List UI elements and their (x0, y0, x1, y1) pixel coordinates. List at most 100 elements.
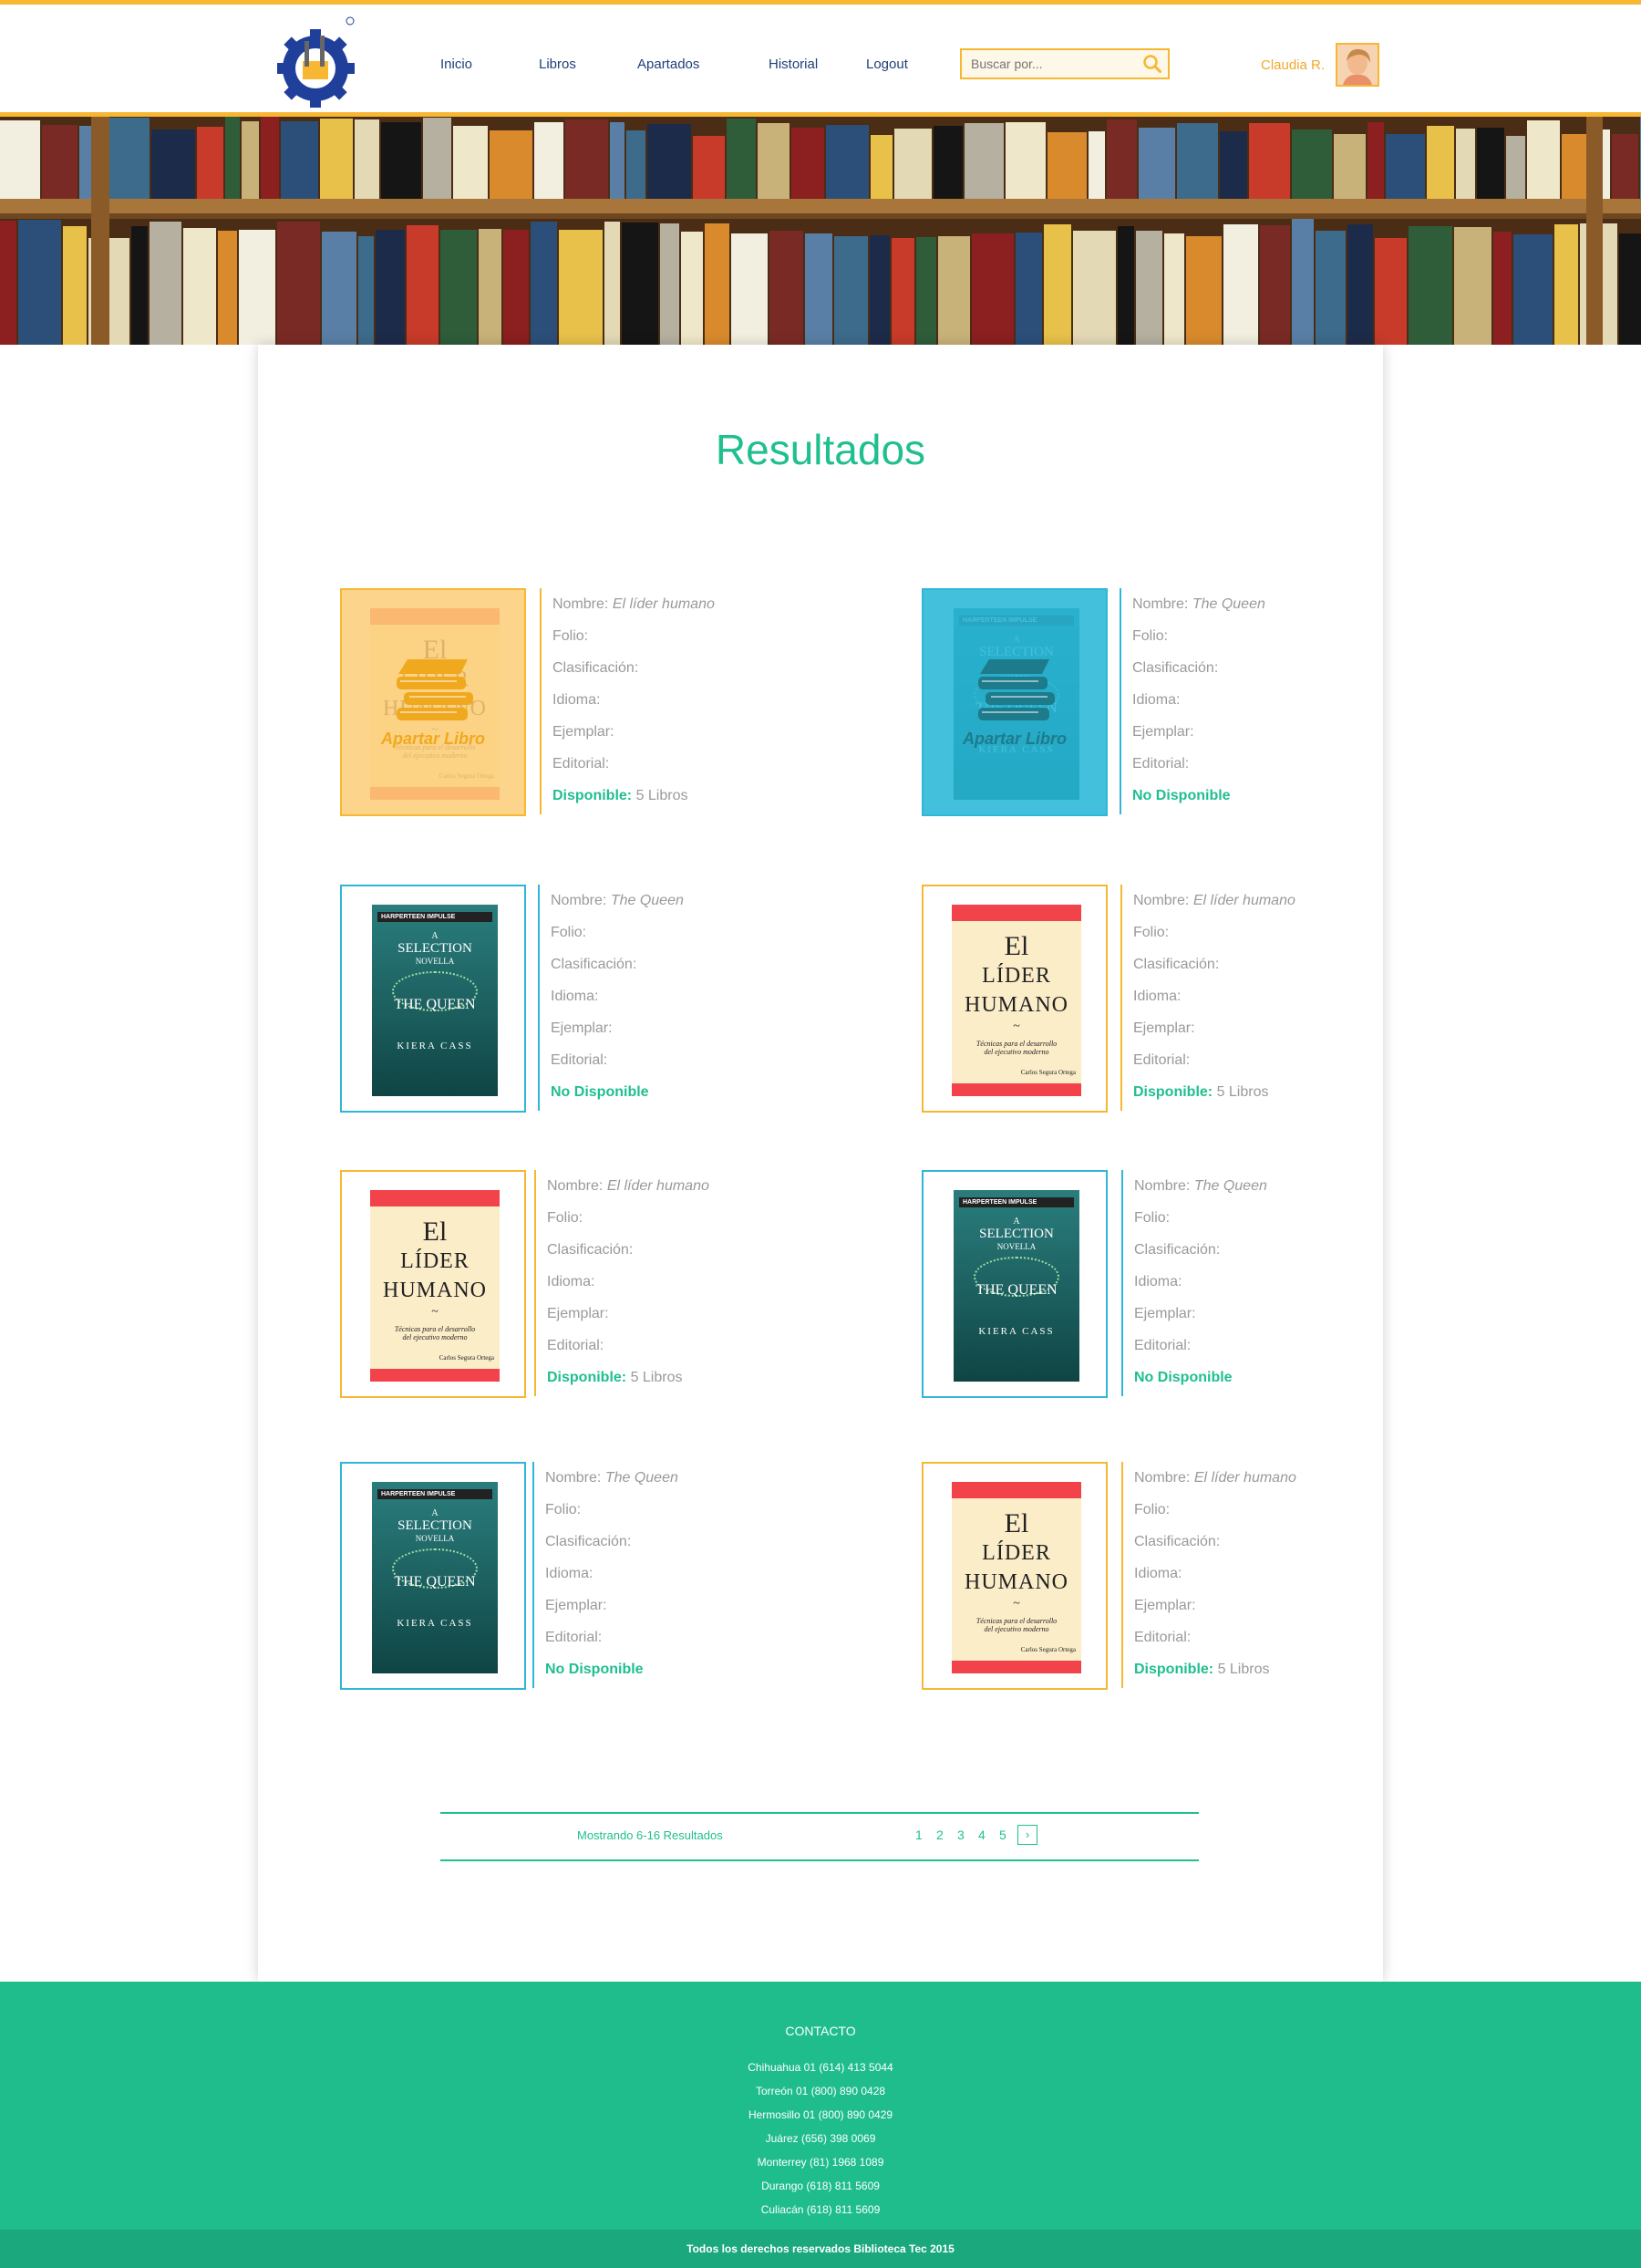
book-name[interactable]: El líder humano (607, 1178, 709, 1194)
book-spine (407, 225, 439, 345)
book-cover[interactable]: ElLÍDERHUMANO~Técnicas para el desarroll… (340, 588, 526, 816)
search-input[interactable] (969, 50, 1137, 78)
book-spine (1554, 224, 1578, 345)
name-label: Nombre: (1134, 1470, 1191, 1486)
cover-title-line: HUMANO (965, 993, 1068, 1017)
cover-author: KIERA CASS (397, 1618, 473, 1629)
cover-title-line: A (431, 931, 439, 941)
publisher-label: Editorial: (551, 1052, 608, 1068)
book-name-row: Nombre: El líder humano (547, 1170, 771, 1202)
book-cover[interactable]: ElLÍDERHUMANO~Técnicas para el desarroll… (340, 1170, 526, 1398)
book-cover[interactable]: ElLÍDERHUMANO~Técnicas para el desarroll… (922, 885, 1108, 1113)
book-spine (423, 118, 451, 199)
cover-author: KIERA CASS (978, 1326, 1055, 1337)
nav-historial[interactable]: Historial (769, 57, 818, 72)
book-spine (791, 128, 824, 199)
gear-logo-icon[interactable] (277, 10, 359, 110)
available-label: Disponible: (552, 788, 633, 803)
book-spine (1454, 227, 1491, 345)
book-spine (1260, 225, 1290, 345)
cover-title-line: NOVELLA (996, 1242, 1037, 1251)
book-spine (1136, 231, 1162, 345)
book-cover[interactable]: HARPERTEEN IMPULSEASELECTIONNOVELLATHE Q… (340, 1462, 526, 1690)
cover-subtitle: del ejecutivo moderno (984, 1625, 1049, 1633)
book-cover-image: El LÍDER HUMANO ~ Técnicas para el desarroll… (952, 905, 1081, 1096)
book-name[interactable]: El líder humano (613, 596, 715, 612)
cover-title-line: THE QUEEN (394, 997, 476, 1012)
copy-label: Ejemplar: (1134, 1598, 1196, 1613)
book-cover[interactable]: HARPERTEEN IMPULSEASELECTIONNOVELLATHE Q… (922, 588, 1108, 816)
cover-title-line: SELECTION (979, 1227, 1054, 1241)
reserve-book-overlay[interactable]: Apartar Libro (342, 590, 524, 814)
cover-ornament: ~ (1013, 1597, 1020, 1610)
book-spine (131, 226, 148, 345)
reserve-book-overlay[interactable]: Apartar Libro (924, 590, 1106, 814)
availability-status: No Disponible (1132, 788, 1231, 803)
book-spine (1347, 224, 1373, 345)
book-cover[interactable]: HARPERTEEN IMPULSEASELECTIONNOVELLATHE Q… (340, 885, 526, 1113)
book-spine (934, 126, 963, 199)
pagination: Mostrando 6-16 Resultados 1 2 3 4 5 › (440, 1812, 1199, 1861)
classification-label: Clasificación: (551, 957, 637, 972)
book-name[interactable]: The Queen (1192, 596, 1265, 612)
copy-label: Ejemplar: (552, 724, 614, 740)
book-spine (1048, 132, 1087, 199)
nav-apartados[interactable]: Apartados (637, 57, 699, 72)
availability-status: No Disponible (1134, 1370, 1233, 1385)
book-cover[interactable]: HARPERTEEN IMPULSEASELECTIONNOVELLATHE Q… (922, 1170, 1108, 1398)
book-spine (242, 121, 259, 199)
book-spine (218, 231, 237, 345)
book-spine (1139, 128, 1175, 199)
language-label: Idioma: (545, 1566, 593, 1581)
page-3-link[interactable]: 3 (957, 1828, 965, 1842)
cover-title-line: HUMANO (965, 1570, 1068, 1594)
book-info: Nombre: The Queen Folio: Clasificación: Idi… (1121, 1170, 1358, 1396)
cover-author: Carlos Segura Ortega (1020, 1646, 1076, 1653)
name-label: Nombre: (1134, 1178, 1191, 1194)
hero-bookshelf-banner (0, 117, 1641, 345)
book-info: Nombre: The Queen Folio: Clasificación: Idi… (532, 1462, 769, 1688)
cover-title-line: SELECTION (397, 941, 472, 956)
cover-ornament: ~ (1013, 1020, 1020, 1033)
contact-line: Monterrey (81) 1968 1089 (757, 2156, 884, 2169)
search-icon[interactable] (1142, 54, 1162, 74)
folio-label: Folio: (1133, 925, 1170, 940)
page-1-link[interactable]: 1 (915, 1828, 923, 1842)
nav-logout[interactable]: Logout (866, 57, 908, 72)
book-info: Nombre: The Queen Folio: Clasificación: Idi… (538, 885, 775, 1111)
user-name[interactable]: Claudia R. (1261, 57, 1325, 73)
book-spine (1044, 224, 1071, 345)
book-spine (834, 236, 868, 345)
book-name[interactable]: The Queen (611, 893, 684, 908)
avatar[interactable] (1336, 43, 1379, 87)
nav-inicio[interactable]: Inicio (440, 57, 472, 72)
book-spine (183, 228, 216, 345)
book-name[interactable]: El líder humano (1194, 1470, 1296, 1486)
name-label: Nombre: (1133, 893, 1190, 908)
nav-libros[interactable]: Libros (539, 57, 576, 72)
book-spine (531, 222, 557, 345)
book-spine (1527, 120, 1560, 199)
book-spine (660, 223, 679, 345)
book-spine (622, 223, 658, 345)
book-spine (870, 235, 890, 345)
book-spine (150, 222, 181, 345)
book-cover-image: El LÍDER HUMANO ~ Técnicas para el desarroll… (952, 1482, 1081, 1673)
page-2-link[interactable]: 2 (936, 1828, 944, 1842)
page-5-link[interactable]: 5 (999, 1828, 1006, 1842)
book-name[interactable]: The Queen (605, 1470, 678, 1486)
publisher-label: Editorial: (1134, 1338, 1192, 1353)
book-name[interactable]: The Queen (1194, 1178, 1267, 1194)
book-cover[interactable]: ElLÍDERHUMANO~Técnicas para el desarroll… (922, 1462, 1108, 1690)
cover-title-line: HUMANO (383, 1279, 487, 1302)
book-info: Nombre: The Queen Folio: Clasificación: Idi… (1120, 588, 1357, 814)
book-spine (239, 230, 275, 345)
book-name[interactable]: El líder humano (1193, 893, 1295, 908)
page-4-link[interactable]: 4 (978, 1828, 986, 1842)
cover-ornament: ~ (431, 1305, 439, 1319)
book-spine (1513, 234, 1553, 345)
book-spine (479, 229, 501, 345)
next-page-button[interactable]: › (1017, 1825, 1037, 1845)
book-spine (1118, 226, 1134, 345)
book-spine (0, 221, 16, 345)
